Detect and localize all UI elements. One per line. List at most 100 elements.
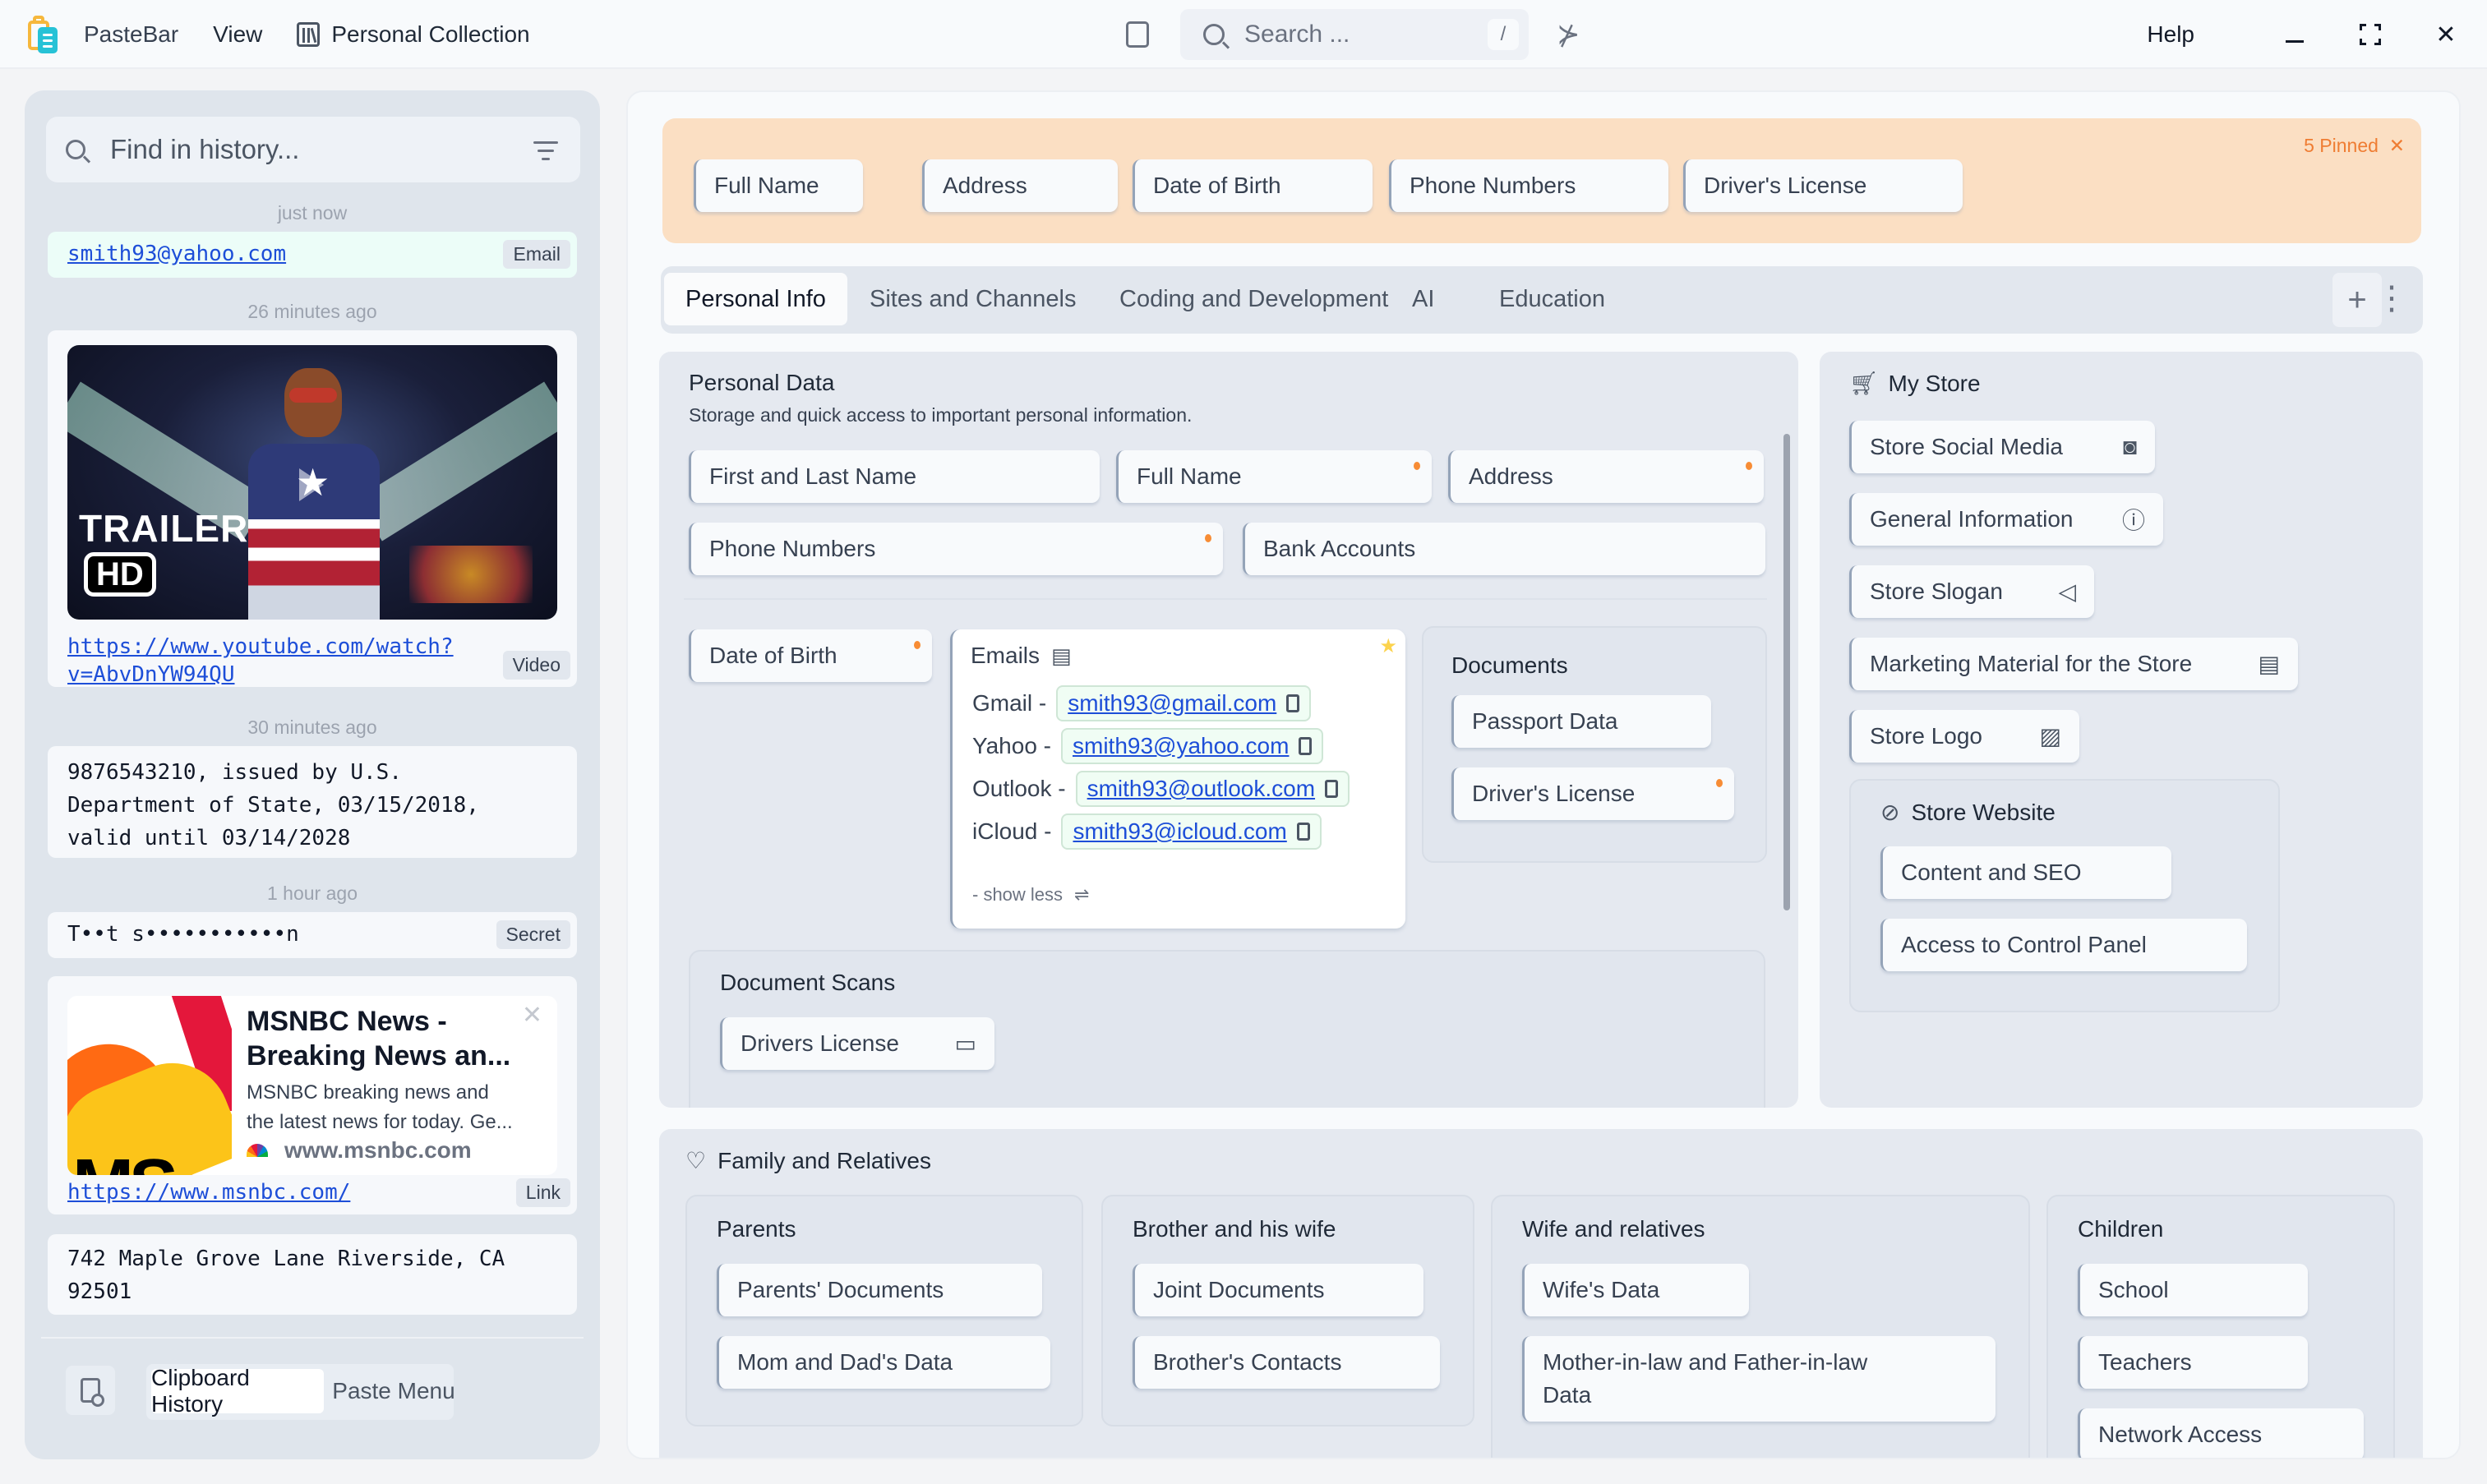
clip-parents-documents[interactable]: Parents' Documents (717, 1264, 1042, 1316)
tab-education[interactable]: Education (1499, 273, 1605, 325)
clip-store-logo[interactable]: Store Logo ▨ (1849, 710, 2079, 763)
tab-coding-and-development[interactable]: Coding and Development (1119, 273, 1388, 325)
board-parents: Parents Parents' Documents Mom and Dad's… (685, 1195, 1083, 1426)
clip-bank-accounts[interactable]: Bank Accounts (1243, 523, 1765, 575)
history-item-email[interactable]: smith93@yahoo.com Email (48, 232, 577, 278)
pinned-clip[interactable]: Address (922, 159, 1118, 212)
filter-icon[interactable] (533, 140, 559, 161)
clear-pinned-icon[interactable]: ✕ (2389, 135, 2405, 156)
clip-store-social-media[interactable]: Store Social Media ◙ (1849, 421, 2155, 473)
email-link-chip[interactable]: smith93@icloud.com (1061, 813, 1322, 850)
clip-store-slogan[interactable]: Store Slogan ◁ (1849, 565, 2094, 618)
clip-drivers-license[interactable]: Driver's License (1451, 767, 1734, 820)
clip-passport-data[interactable]: Passport Data (1451, 695, 1711, 748)
pinned-dot (1414, 462, 1420, 470)
collection-selector[interactable]: Personal Collection (331, 21, 529, 48)
clip-access-to-control-panel[interactable]: Access to Control Panel (1880, 919, 2247, 971)
search-icon (1203, 24, 1225, 45)
close-button[interactable]: ✕ (2429, 18, 2462, 51)
history-item-text[interactable]: 9876543210, issued by U.S. Department of… (48, 746, 577, 858)
global-search-input[interactable]: Search ... / (1180, 9, 1529, 60)
email-link-chip[interactable]: smith93@gmail.com (1056, 685, 1312, 721)
board-title: Brother and his wife (1133, 1216, 1336, 1242)
clip-phone-numbers[interactable]: Phone Numbers (689, 523, 1223, 575)
clip-network-access[interactable]: Network Access (2078, 1408, 2364, 1458)
clip-content-and-seo[interactable]: Content and SEO (1880, 846, 2171, 899)
close-preview-icon[interactable]: ✕ (522, 1001, 542, 1030)
notepad-icon: ▤ (2258, 651, 2280, 677)
board-wife-and-relatives: Wife and relatives Wife's Data Mother-in… (1491, 1195, 2030, 1458)
clip-first-and-last-name[interactable]: First and Last Name (689, 450, 1100, 503)
pinned-clip[interactable]: Phone Numbers (1389, 159, 1668, 212)
video-url[interactable]: https://www.youtube.com/watch? v=AbvDnYW… (67, 633, 454, 689)
clip-teachers[interactable]: Teachers (2078, 1336, 2308, 1389)
email-link-chip[interactable]: smith93@outlook.com (1075, 771, 1350, 807)
scrollbar[interactable] (1783, 434, 1790, 910)
email-row: Gmail - smith93@gmail.com (972, 685, 1312, 721)
clip-wifes-data[interactable]: Wife's Data (1522, 1264, 1749, 1316)
clip-school[interactable]: School (2078, 1264, 2308, 1316)
show-less-link[interactable]: - show less ⇌ (972, 884, 1089, 906)
clip-marketing-material[interactable]: Marketing Material for the Store ▤ (1849, 638, 2298, 690)
clip-emails[interactable]: Emails ▤ ★ Gmail - smith93@gmail.com Yahoo… (950, 629, 1405, 929)
tab-clipboard-history[interactable]: Clipboard History (151, 1365, 324, 1417)
unpin-icon[interactable]: ⊁ (1557, 18, 1580, 51)
more-options-icon[interactable]: ⋮ (2375, 278, 2408, 319)
tab-sites-and-channels[interactable]: Sites and Channels (870, 273, 1077, 325)
history-item-video[interactable]: ★ TRAILER HD https://www.youtube.com/wat… (48, 330, 577, 687)
heart-icon: ♡ (685, 1148, 707, 1173)
preview-desc-line1: MSNBC breaking news and (247, 1081, 489, 1104)
minimize-button[interactable] (2278, 18, 2311, 51)
history-item-link[interactable]: MS MSNBC News - Breaking News an... MSNB… (48, 976, 577, 1214)
pinned-clip[interactable]: Date of Birth (1133, 159, 1373, 212)
minimize-icon (2286, 39, 2304, 43)
pinned-clip[interactable]: Full Name (694, 159, 863, 212)
pastebar-window: PasteBar View Personal Collection Search… (0, 0, 2487, 1484)
star-icon[interactable]: ★ (1379, 634, 1397, 658)
email-row: iCloud - smith93@icloud.com (972, 813, 1322, 850)
link-url[interactable]: https://www.msnbc.com/ (67, 1180, 350, 1205)
clip-brothers-contacts[interactable]: Brother's Contacts (1133, 1336, 1440, 1389)
clip-joint-documents[interactable]: Joint Documents (1133, 1264, 1423, 1316)
maximize-button[interactable] (2354, 18, 2387, 51)
history-search-input[interactable]: Find in history... (46, 117, 580, 182)
history-search-placeholder: Find in history... (110, 134, 300, 164)
email-link-chip[interactable]: smith93@yahoo.com (1061, 728, 1324, 764)
copy-icon[interactable] (1126, 21, 1149, 48)
help-menu[interactable]: Help (2147, 21, 2194, 48)
add-tab-button[interactable]: + (2332, 273, 2382, 327)
clip-date-of-birth[interactable]: Date of Birth (689, 629, 932, 682)
tab-ai[interactable]: AI (1412, 273, 1434, 325)
play-icon[interactable] (299, 468, 324, 501)
app-name[interactable]: PasteBar (84, 21, 178, 48)
history-item-text[interactable]: smith93@yahoo.com (67, 242, 286, 266)
board-title: Documents (1451, 652, 1568, 678)
history-item-address[interactable]: 742 Maple Grove Lane Riverside, CA 92501 (48, 1234, 577, 1315)
video-url-line1: https://www.youtube.com/watch? (67, 634, 454, 659)
pinned-count[interactable]: 5 Pinned ✕ (2304, 135, 2405, 157)
board-subtitle: Storage and quick access to important pe… (689, 404, 1193, 426)
clip-in-laws-data[interactable]: Mother-in-law and Father-in-law Data (1522, 1336, 1996, 1422)
clip-full-name[interactable]: Full Name (1116, 450, 1432, 503)
clip-drivers-license-scan[interactable]: Drivers License ▭ (720, 1017, 994, 1070)
copy-icon[interactable] (1299, 737, 1313, 755)
copy-icon[interactable] (1325, 780, 1339, 798)
copy-icon[interactable] (1286, 694, 1300, 712)
type-badge: Email (503, 240, 570, 269)
history-item-secret[interactable]: T••t s•••••••••••n Secret (48, 912, 577, 958)
tab-personal-info[interactable]: Personal Info (664, 273, 847, 325)
clip-general-information[interactable]: General Information ⓘ (1849, 493, 2163, 546)
clipboard-history-button[interactable] (66, 1366, 115, 1415)
copy-icon[interactable] (1296, 823, 1310, 841)
video-thumbnail[interactable]: ★ TRAILER HD (67, 345, 557, 620)
clip-address[interactable]: Address (1448, 450, 1764, 503)
clip-mom-and-dads-data[interactable]: Mom and Dad's Data (717, 1336, 1050, 1389)
menu-view[interactable]: View (213, 21, 262, 48)
pinned-clip[interactable]: Driver's License (1683, 159, 1963, 212)
text-line: 92501 (67, 1279, 132, 1304)
board-store-website: ⊘ Store Website Content and SEO Access to… (1849, 779, 2280, 1012)
tab-paste-menu[interactable]: Paste Menu (332, 1369, 455, 1413)
board-title: ♡ Family and Relatives (685, 1147, 931, 1174)
clipboard-clock-icon (81, 1378, 104, 1407)
link-preview-card[interactable]: MS MSNBC News - Breaking News an... MSNB… (67, 996, 557, 1175)
